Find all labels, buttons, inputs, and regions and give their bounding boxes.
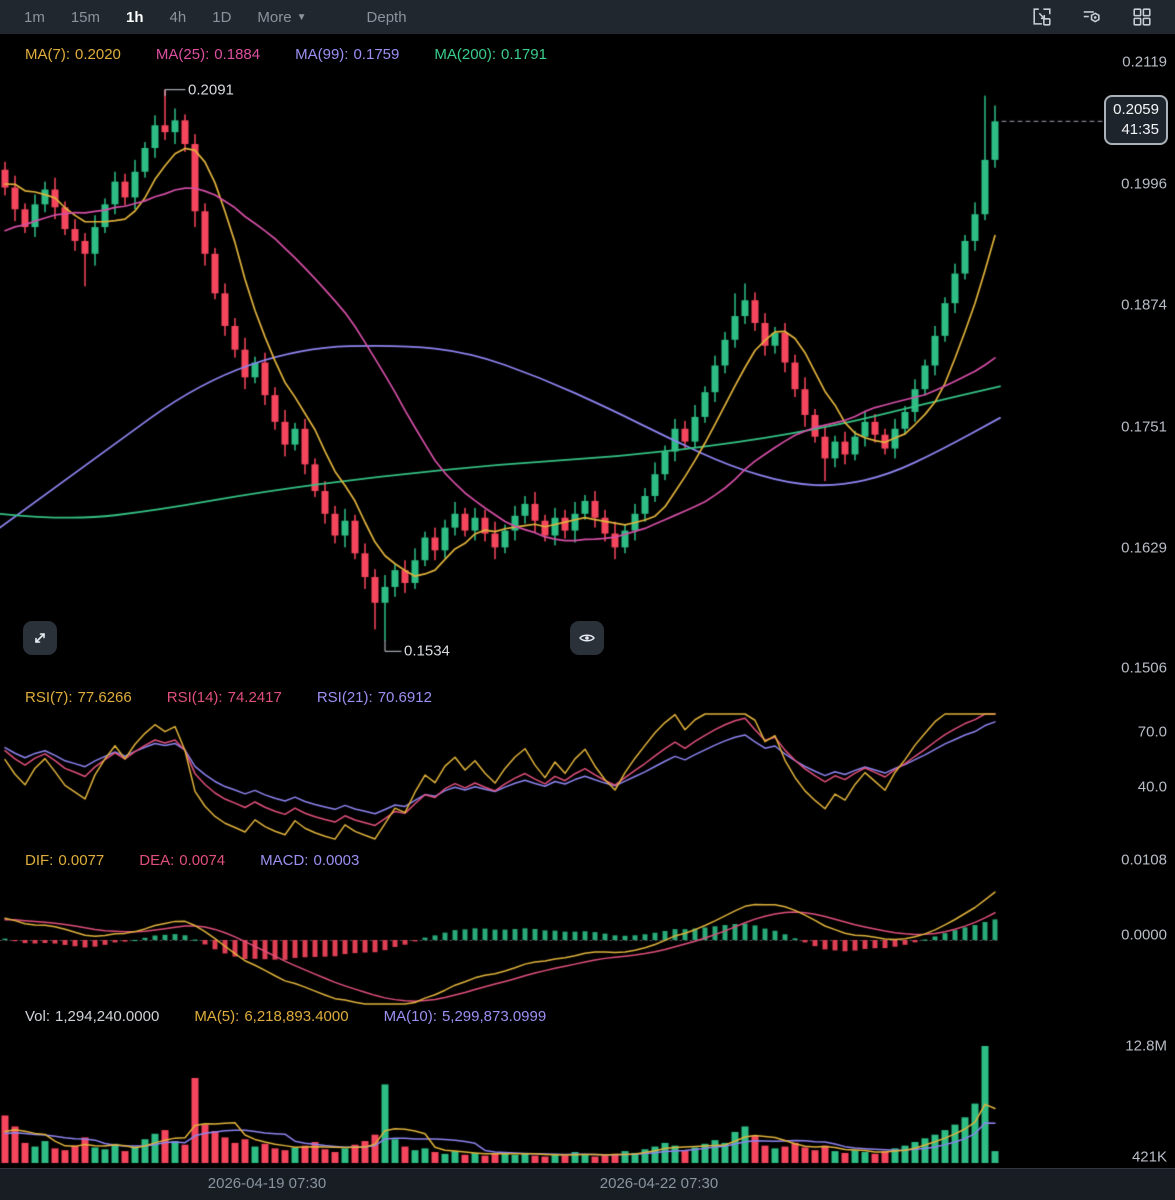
macd-axis-label: 0.0000 (1121, 926, 1167, 944)
time-axis: 2026-04-19 07:30 2026-04-22 07:30 (0, 1168, 1175, 1200)
ma-indicator-row: MA(7): 0.2020 MA(25): 0.1884 MA(99): 0.1759… (25, 46, 552, 63)
more-dropdown[interactable]: More ▼ (257, 9, 306, 26)
chart-toolbar: 1m 15m 1h 4h 1D More ▼ Depth (0, 0, 1175, 34)
dea-indicator: DEA: 0.0074 (139, 852, 226, 869)
timeframe-tab-1h[interactable]: 1h (126, 9, 144, 26)
ma7-indicator: MA(7): 0.2020 (25, 46, 121, 63)
last-price-value: 0.2059 (1113, 101, 1159, 119)
macd-indicator: MACD: 0.0003 (260, 852, 360, 869)
timeframe-tab-1m[interactable]: 1m (24, 9, 45, 26)
rsi21-indicator: RSI(21): 70.6912 (316, 689, 432, 706)
ma200-indicator: MA(200): 0.1791 (434, 46, 547, 63)
volume-axis-label: 12.8M (1125, 1037, 1167, 1055)
low-annotation: 0.1534 (404, 642, 450, 660)
volume-indicator-row: Vol: 1,294,240.0000 MA(5): 6,218,893.4000 … (25, 1008, 551, 1025)
depth-tab[interactable]: Depth (367, 9, 407, 26)
price-axis-label: 0.1629 (1121, 539, 1167, 557)
vol-indicator: Vol: 1,294,240.0000 (25, 1008, 160, 1025)
vol-ma5-indicator: MA(5): 6,218,893.4000 (194, 1008, 349, 1025)
eye-icon (578, 629, 596, 647)
visibility-button[interactable] (570, 621, 604, 655)
resize-chart-icon[interactable] (1031, 6, 1053, 28)
rsi7-indicator: RSI(7): 77.6266 (25, 689, 132, 706)
price-axis-label: 0.2119 (1122, 53, 1167, 71)
more-label: More (257, 8, 292, 26)
rsi14-indicator: RSI(14): 74.2417 (166, 689, 282, 706)
diagonal-arrows-icon (31, 629, 49, 647)
timeframe-tab-1d[interactable]: 1D (212, 9, 231, 26)
expand-button[interactable] (23, 621, 57, 655)
rsi-axis-label: 40.0 (1137, 778, 1167, 796)
timeframe-tab-15m[interactable]: 15m (71, 9, 100, 26)
last-price-badge: 0.2059 41:35 (1104, 95, 1168, 146)
rsi-axis-label: 70.0 (1137, 723, 1167, 741)
macd-axis-label: 0.0108 (1121, 851, 1167, 869)
trading-chart-screen: 1m 15m 1h 4h 1D More ▼ Depth MA(7): 0.20… (0, 0, 1175, 1200)
price-axis-label: 0.1506 (1121, 659, 1167, 677)
countdown-timer: 41:35 (1121, 121, 1159, 139)
time-axis-label-left: 2026-04-19 07:30 (207, 1175, 327, 1192)
price-axis-label: 0.1751 (1121, 418, 1167, 436)
price-axis-label: 0.1996 (1121, 175, 1167, 193)
indicator-settings-icon[interactable] (1081, 6, 1103, 28)
timeframe-tabs: 1m 15m 1h 4h 1D More ▼ Depth (0, 9, 407, 26)
vol-ma10-indicator: MA(10): 5,299,873.0999 (383, 1008, 547, 1025)
dif-indicator: DIF: 0.0077 (25, 852, 105, 869)
high-annotation: 0.2091 (188, 81, 234, 99)
layout-grid-icon[interactable] (1131, 6, 1153, 28)
timeframe-tab-4h[interactable]: 4h (170, 9, 187, 26)
volume-axis-label: 421K (1131, 1148, 1167, 1166)
time-axis-label-right: 2026-04-22 07:30 (599, 1175, 719, 1192)
macd-indicator-row: DIF: 0.0077 DEA: 0.0074 MACD: 0.0003 (25, 852, 364, 869)
chevron-down-icon: ▼ (296, 11, 307, 23)
toolbar-icon-group (1031, 6, 1175, 28)
rsi-indicator-row: RSI(7): 77.6266 RSI(14): 74.2417 RSI(21): 7… (25, 689, 437, 706)
price-axis-label: 0.1874 (1121, 296, 1167, 314)
ma25-indicator: MA(25): 0.1884 (155, 46, 261, 63)
ma99-indicator: MA(99): 0.1759 (295, 46, 400, 63)
